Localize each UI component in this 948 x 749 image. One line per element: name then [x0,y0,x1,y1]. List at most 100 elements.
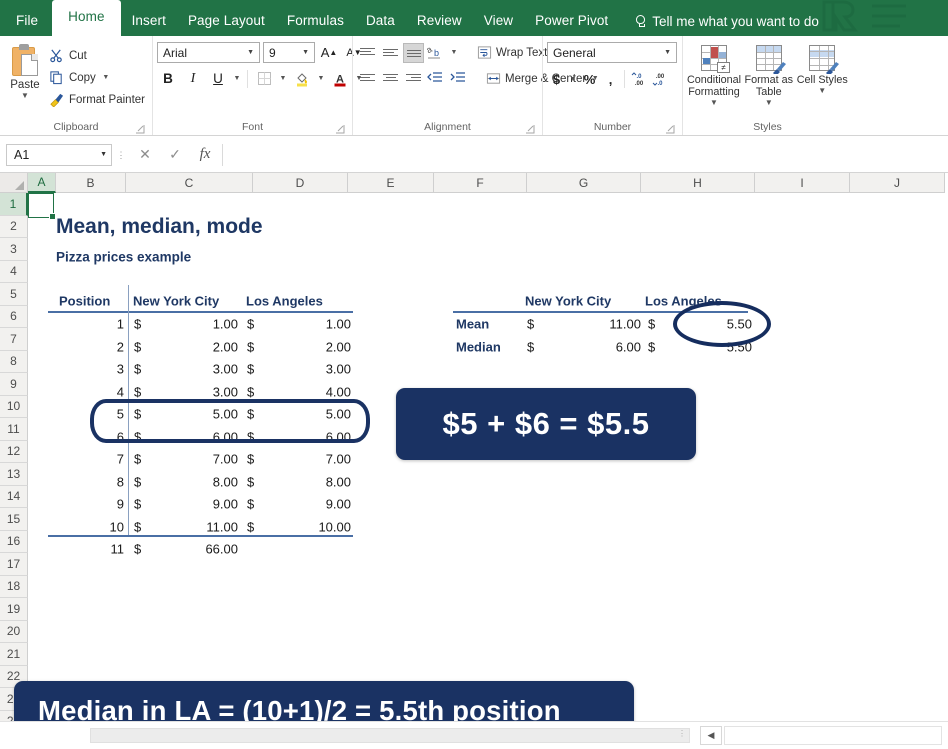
align-middle-button[interactable] [380,43,401,63]
sheet-scroll-left-button[interactable]: ◀ [700,726,722,745]
row-header-1[interactable]: 1 [0,193,28,216]
row-header-6[interactable]: 6 [0,305,28,328]
number-dialog-launcher-icon[interactable] [666,125,675,134]
copy-icon [49,70,64,85]
column-header-B[interactable]: B [56,173,126,193]
font-family-select[interactable]: Arial ▼ [157,42,260,63]
orientation-button[interactable]: a b [424,43,447,63]
align-top-button[interactable] [357,43,378,63]
borders-chevron-down-icon[interactable]: ▼ [278,75,288,82]
row-header-8[interactable]: 8 [0,350,28,373]
column-header-A[interactable]: A [28,173,56,193]
number-format-select[interactable]: General ▼ [547,42,677,63]
formula-bar-handle[interactable]: ⋮ [112,150,130,159]
tab-view[interactable]: View [473,6,524,36]
alignment-dialog-launcher-icon[interactable] [526,125,535,134]
cells-area[interactable]: Mean, median, mode Pizza prices example … [28,193,948,721]
align-bottom-button[interactable] [403,42,424,63]
row-header-13[interactable]: 13 [0,463,28,486]
paste-button[interactable]: Paste ▼ [4,42,46,100]
clipboard-dialog-launcher-icon[interactable] [136,125,145,134]
format-as-table-button[interactable]: Format as Table ▼ [743,44,794,107]
row-header-18[interactable]: 18 [0,575,28,598]
row-header-21[interactable]: 21 [0,643,28,666]
sheet-tab-area[interactable] [724,726,942,745]
row-header-9[interactable]: 9 [0,373,28,396]
column-header-J[interactable]: J [850,173,945,193]
row-header-16[interactable]: 16 [0,530,28,553]
row-header-14[interactable]: 14 [0,485,28,508]
tab-review[interactable]: Review [406,6,473,36]
increase-indent-button[interactable] [449,69,470,89]
column-header-F[interactable]: F [434,173,527,193]
cell-styles-chevron-down-icon[interactable]: ▼ [818,87,826,95]
column-header-D[interactable]: D [253,173,348,193]
column-header-H[interactable]: H [641,173,755,193]
tab-formulas[interactable]: Formulas [276,6,355,36]
row-header-7[interactable]: 7 [0,328,28,351]
comma-style-button[interactable]: , [601,69,620,89]
format-painter-button[interactable]: Format Painter [46,90,148,109]
cancel-entry-button[interactable]: ✕ [130,144,160,166]
font-color-button[interactable]: A [329,68,351,89]
copy-chevron-down-icon[interactable]: ▼ [101,74,111,81]
borders-button[interactable] [253,68,275,89]
row-header-5[interactable]: 5 [0,283,28,306]
cut-button[interactable]: Cut [46,46,148,65]
underline-chevron-down-icon[interactable]: ▼ [232,75,242,82]
align-center-button[interactable] [380,69,401,89]
align-right-button[interactable] [403,69,424,89]
italic-button[interactable]: I [182,68,204,89]
select-all-corner[interactable] [0,173,28,193]
font-size-select[interactable]: 9 ▼ [263,42,315,63]
horizontal-scrollbar[interactable]: ⋮ [90,728,690,743]
row-header-19[interactable]: 19 [0,598,28,621]
row-header-4[interactable]: 4 [0,260,28,283]
font-size-value: 9 [269,45,276,60]
insert-function-button[interactable]: fx [190,144,220,166]
bold-button[interactable]: B [157,68,179,89]
row-header-2[interactable]: 2 [0,215,28,238]
percent-style-button[interactable]: % [580,69,599,89]
font-dialog-launcher-icon[interactable] [336,125,345,134]
accounting-format-button[interactable]: $ [547,69,566,89]
paste-chevron-down-icon[interactable]: ▼ [21,92,29,100]
tell-me-search[interactable]: Tell me what you want to do [619,6,819,36]
fill-color-chevron-down-icon[interactable]: ▼ [316,75,326,82]
formula-input[interactable] [222,143,942,166]
column-header-E[interactable]: E [348,173,434,193]
row-header-3[interactable]: 3 [0,238,28,261]
tab-page-layout[interactable]: Page Layout [177,6,276,36]
increase-decimal-button[interactable]: .0 .00 [629,69,648,89]
row-header-15[interactable]: 15 [0,508,28,531]
tab-data[interactable]: Data [355,6,406,36]
format-as-table-chevron-down-icon[interactable]: ▼ [765,99,773,107]
cell-styles-button[interactable]: Cell Styles ▼ [797,44,848,95]
column-header-C[interactable]: C [126,173,253,193]
conditional-formatting-button[interactable]: ≠ Conditional Formatting ▼ [687,44,741,107]
row-header-10[interactable]: 10 [0,395,28,418]
fill-color-button[interactable] [291,68,313,89]
underline-button[interactable]: U [207,68,229,89]
tab-insert[interactable]: Insert [121,6,177,36]
column-header-G[interactable]: G [527,173,641,193]
column-header-I[interactable]: I [755,173,850,193]
tab-file[interactable]: File [0,6,52,36]
orientation-chevron-down-icon[interactable]: ▼ [449,49,459,56]
decrease-indent-button[interactable] [426,69,447,89]
grow-font-button[interactable]: A ▲ [318,42,340,63]
accounting-chevron-down-icon[interactable]: ▼ [568,76,578,83]
conditional-formatting-chevron-down-icon[interactable]: ▼ [710,99,718,107]
tab-home[interactable]: Home [52,0,121,36]
tab-power-pivot[interactable]: Power Pivot [524,6,619,36]
align-left-button[interactable] [357,69,378,89]
decrease-decimal-button[interactable]: .00 .0 [650,69,669,89]
row-header-20[interactable]: 20 [0,620,28,643]
confirm-entry-button[interactable]: ✓ [160,144,190,166]
wrap-text-button[interactable]: Wrap Text [473,42,551,63]
copy-button[interactable]: Copy ▼ [46,68,148,87]
row-header-17[interactable]: 17 [0,553,28,576]
row-header-12[interactable]: 12 [0,440,28,463]
row-header-11[interactable]: 11 [0,418,28,441]
name-box[interactable]: A1 ▼ [6,143,112,166]
